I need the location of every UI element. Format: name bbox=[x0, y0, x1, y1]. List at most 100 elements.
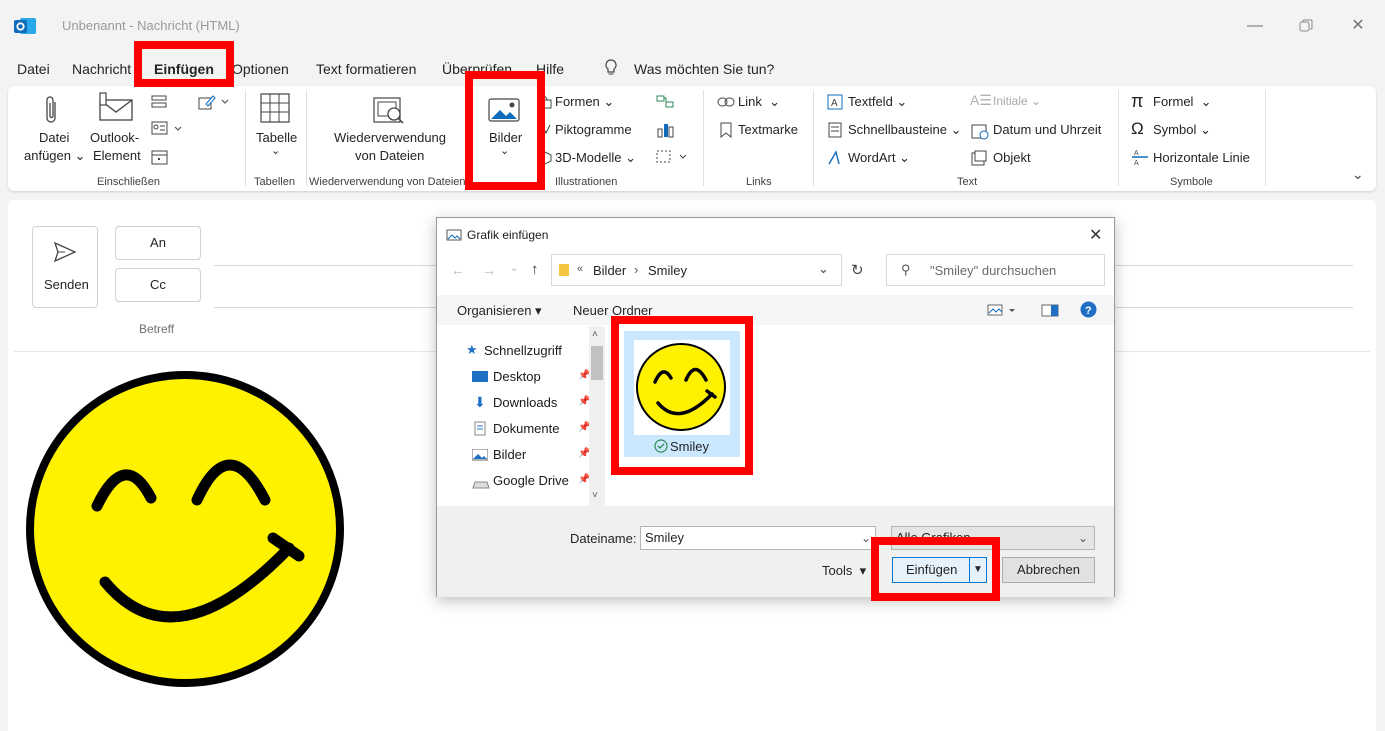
search-input[interactable]: ⚲ "Smiley" durchsuchen bbox=[886, 254, 1105, 286]
tools-button[interactable]: Tools ▾ bbox=[822, 563, 866, 579]
smartart-icon[interactable] bbox=[656, 94, 674, 113]
pictures-button[interactable]: Bilder bbox=[489, 130, 522, 145]
up-arrow-icon[interactable]: ↑ bbox=[531, 261, 539, 278]
outlook-icon bbox=[14, 16, 36, 36]
sync-check-icon bbox=[654, 439, 668, 456]
help-icon[interactable]: ? bbox=[1080, 301, 1097, 321]
organize-button[interactable]: Organisieren ▾ bbox=[457, 303, 542, 319]
preview-pane-icon[interactable] bbox=[1041, 304, 1059, 320]
nav-downloads[interactable]: Downloads bbox=[493, 395, 557, 410]
dialog-close-icon[interactable]: ✕ bbox=[1089, 225, 1102, 245]
signature-icon[interactable] bbox=[151, 94, 169, 115]
3d-models-button[interactable]: 3D-Modelle ⌄ bbox=[555, 150, 636, 166]
breadcrumb-smiley[interactable]: Smiley bbox=[648, 263, 687, 278]
wordart-icon bbox=[827, 150, 843, 169]
insert-split-dropdown-icon[interactable]: ▼ bbox=[969, 558, 986, 582]
envelope-icon bbox=[98, 92, 134, 125]
wordart-button[interactable]: WordArt ⌄ bbox=[848, 150, 910, 166]
bookmark-icon bbox=[720, 122, 732, 141]
attach-file-button[interactable]: anfügen ⌄ bbox=[24, 148, 86, 164]
cancel-button[interactable]: Abbrechen bbox=[1002, 557, 1095, 583]
filename-input[interactable]: Smiley ⌄ bbox=[640, 526, 876, 550]
address-bar[interactable]: « Bilder › Smiley ⌄ bbox=[551, 254, 842, 286]
attach-file-label-1[interactable]: Datei bbox=[39, 130, 69, 145]
pictures-dropdown-icon[interactable]: ⌄ bbox=[500, 144, 509, 157]
nav-pictures[interactable]: Bilder bbox=[493, 447, 526, 462]
dialog-footer: Dateiname: Smiley ⌄ Alle Grafiken ⌄ Tools … bbox=[437, 506, 1114, 597]
symbol-button[interactable]: Symbol ⌄ bbox=[1153, 122, 1211, 138]
address-dropdown-icon[interactable]: ⌄ bbox=[818, 261, 829, 277]
ribbon-separator bbox=[1118, 90, 1119, 186]
smiley-image[interactable] bbox=[25, 370, 347, 691]
shapes-button[interactable]: Formen ⌄ bbox=[555, 94, 614, 110]
group-label-illustrations: Illustrationen bbox=[555, 176, 618, 188]
svg-text:A: A bbox=[831, 98, 838, 109]
send-label: Senden bbox=[44, 277, 89, 292]
breadcrumb-bilder[interactable]: Bilder bbox=[593, 263, 626, 278]
file-item-smiley[interactable]: Smiley bbox=[624, 331, 740, 457]
send-button[interactable]: Senden bbox=[32, 226, 98, 308]
filename-label: Dateiname: bbox=[570, 531, 637, 546]
table-button[interactable]: Tabelle bbox=[256, 130, 297, 145]
nav-scrollbar[interactable]: ˄ ˅ bbox=[589, 326, 605, 506]
pen-icon[interactable] bbox=[198, 94, 232, 113]
forward-arrow-icon[interactable]: → bbox=[482, 262, 496, 278]
business-card-icon[interactable] bbox=[151, 120, 185, 139]
ribbon-collapse-icon[interactable]: ⌄ bbox=[1352, 166, 1364, 183]
quickparts-button[interactable]: Schnellbausteine ⌄ bbox=[848, 122, 962, 138]
to-button[interactable]: An bbox=[115, 226, 201, 260]
subject-label[interactable]: Betreff bbox=[139, 322, 174, 336]
nav-desktop[interactable]: Desktop bbox=[493, 369, 541, 384]
new-folder-button[interactable]: Neuer Ordner bbox=[573, 303, 652, 318]
link-button[interactable]: Link ⌄ bbox=[738, 94, 780, 110]
equation-button[interactable]: Formel ⌄ bbox=[1153, 94, 1212, 110]
nav-quick-access[interactable]: Schnellzugriff bbox=[484, 343, 562, 358]
table-dropdown-icon[interactable]: ⌄ bbox=[271, 144, 280, 157]
back-arrow-icon[interactable]: ← bbox=[451, 262, 465, 278]
date-time-icon bbox=[971, 122, 989, 143]
nav-documents[interactable]: Dokumente bbox=[493, 421, 559, 436]
outlook-item-label-1[interactable]: Outlook- bbox=[90, 130, 139, 145]
group-label-links: Links bbox=[746, 176, 772, 188]
ribbon-separator bbox=[306, 90, 307, 186]
file-list: Smiley bbox=[609, 326, 1114, 506]
view-icon[interactable] bbox=[987, 304, 1017, 319]
cc-button[interactable]: Cc bbox=[115, 268, 201, 302]
screenshot-icon[interactable] bbox=[656, 148, 690, 169]
date-time-button[interactable]: Datum und Uhrzeit bbox=[993, 122, 1101, 137]
icons-button[interactable]: Piktogramme bbox=[555, 122, 632, 137]
bookmark-button[interactable]: Textmarke bbox=[738, 122, 798, 137]
svg-text:A: A bbox=[1134, 160, 1139, 166]
close-icon[interactable]: ✕ bbox=[1346, 14, 1370, 38]
horizontal-line-button[interactable]: Horizontale Linie bbox=[1153, 150, 1250, 165]
tab-hilfe[interactable]: Hilfe bbox=[536, 61, 564, 77]
tab-text-formatieren[interactable]: Text formatieren bbox=[316, 61, 416, 77]
insert-button[interactable]: Einfügen ▼ bbox=[892, 557, 987, 583]
tell-me-search[interactable]: Was möchten Sie tun? bbox=[634, 61, 774, 77]
textbox-button[interactable]: Textfeld ⌄ bbox=[848, 94, 907, 110]
object-button[interactable]: Objekt bbox=[993, 150, 1031, 165]
calendar-icon[interactable] bbox=[151, 148, 169, 169]
reuse-files-label-1[interactable]: Wiederverwendung bbox=[334, 130, 446, 145]
tab-einfuegen[interactable]: Einfügen bbox=[154, 61, 214, 81]
refresh-icon[interactable]: ↻ bbox=[851, 261, 864, 279]
nav-google-drive[interactable]: Google Drive bbox=[493, 473, 569, 488]
restore-icon[interactable] bbox=[1294, 14, 1318, 38]
tab-optionen[interactable]: Optionen bbox=[232, 61, 289, 77]
pictures-folder-icon bbox=[471, 448, 489, 464]
recent-dropdown-icon[interactable]: ⌄ bbox=[510, 263, 518, 274]
outlook-item-label-2[interactable]: Element bbox=[93, 148, 141, 163]
nav-scrollbar-thumb[interactable] bbox=[591, 346, 603, 380]
tab-datei[interactable]: Datei bbox=[17, 61, 50, 77]
reuse-files-label-2[interactable]: von Dateien bbox=[355, 148, 424, 163]
group-label-text: Text bbox=[957, 176, 978, 188]
minimize-icon[interactable]: — bbox=[1243, 14, 1267, 38]
menu-bar: Datei Nachricht Einfügen Optionen Text f… bbox=[0, 56, 1385, 84]
tab-nachricht[interactable]: Nachricht bbox=[72, 61, 131, 77]
dialog-picture-icon bbox=[446, 229, 462, 244]
chart-icon[interactable] bbox=[656, 121, 674, 142]
tab-ueberpruefen[interactable]: Überprüfen bbox=[442, 61, 512, 77]
filetype-select[interactable]: Alle Grafiken ⌄ bbox=[891, 526, 1095, 550]
dropcap-icon: A☰ bbox=[970, 92, 992, 108]
file-thumbnail bbox=[634, 340, 730, 435]
